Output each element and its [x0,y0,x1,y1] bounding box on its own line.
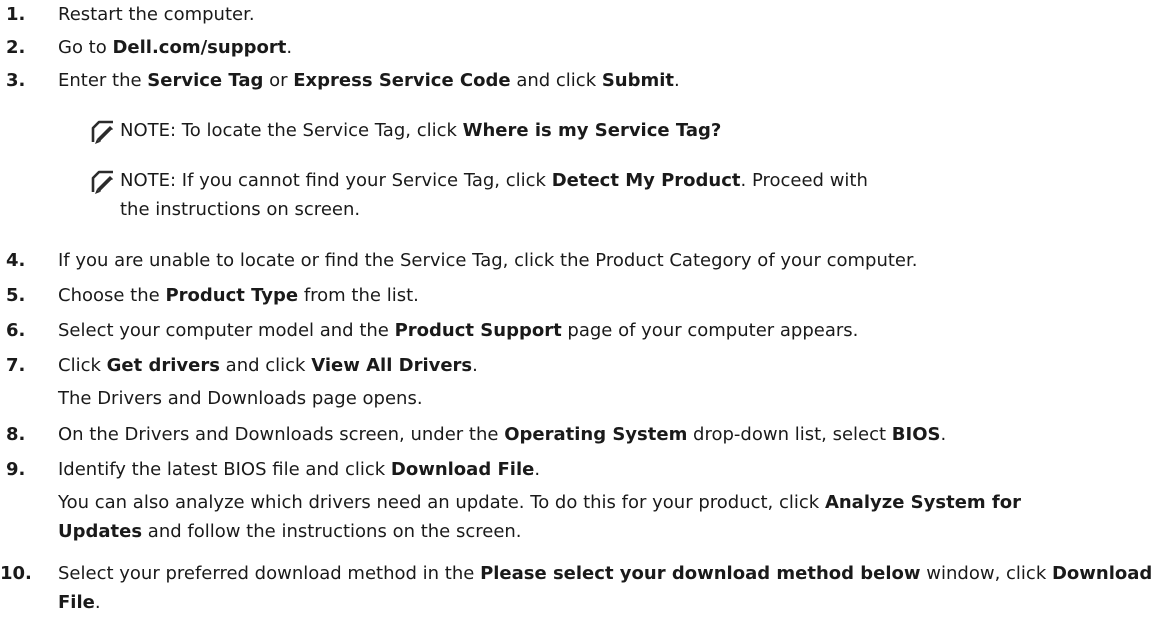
text-run: and click [510,70,602,91]
step-text: On the Drivers and Downloads screen, und… [58,420,1164,449]
pencil-note-icon [91,120,113,144]
text-run: page of your computer appears. [561,320,859,341]
bold-text: Get drivers [106,355,220,376]
bold-text: Dell.com/support [112,37,287,58]
bold-text: Express Service Code [293,70,511,91]
step-9-extra: You can also analyze which drivers need … [58,488,1058,546]
text-run: drop-down list, select [687,424,892,445]
text-run: . [534,459,541,480]
text-run: If you are unable to locate or find the … [58,250,918,271]
text-run: On the Drivers and Downloads screen, und… [58,424,505,445]
step-number: 9. [6,459,26,480]
text-run: from the list. [298,285,419,306]
step-number: 1. [6,4,26,25]
step-text: Select your computer model and the Produ… [58,316,1164,345]
text-run: Select your preferred download method in… [58,563,481,584]
bold-text: BIOS [891,424,941,445]
text-run: Go to [58,37,113,58]
bold-text: Please select your download method below [480,563,921,584]
text-run: . [674,70,680,91]
step-number: 3. [6,70,26,91]
text-run: and follow the instructions on the scree… [142,521,522,542]
note-label: NOTE: [120,170,177,191]
text-run: Identify the latest BIOS file and click [58,459,391,480]
text-run: If you cannot find your Service Tag, cli… [176,170,552,191]
text-run: Enter the [58,70,148,91]
step-text: Select your preferred download method in… [58,559,1153,617]
step-text: Identify the latest BIOS file and click … [58,455,1164,484]
note-text: NOTE: If you cannot find your Service Ta… [120,166,880,224]
bold-text: Product Support [394,320,562,341]
note-text: NOTE: To locate the Service Tag, click W… [120,116,1164,145]
pencil-note-icon [91,170,113,194]
text-run: You can also analyze which drivers need … [58,492,825,513]
step-number: 8. [6,424,26,445]
bold-text: Where is my Service Tag? [462,120,722,141]
note-body: To locate the Service Tag, click Where i… [176,120,722,141]
bold-text: Download File [390,459,535,480]
text-run: . [94,592,101,613]
step-text: Enter the Service Tag or Express Service… [58,66,1164,95]
bold-text: Product Type [165,285,299,306]
text-run: and click [219,355,312,376]
text-run: . [286,37,293,58]
text-run: window, click [920,563,1052,584]
step-text: Choose the Product Type from the list. [58,281,1164,310]
text-run: . [940,424,947,445]
bold-text: Operating System [504,424,688,445]
note-label: NOTE: [120,120,177,141]
text-run: Click [58,355,107,376]
text-run: . [472,355,478,376]
text-run: To locate the Service Tag, click [176,120,463,141]
text-run: Select your computer model and the [58,320,395,341]
bold-text: Service Tag [147,70,264,91]
bold-text: Submit [601,70,675,91]
step-text: Go to Dell.com/support. [58,33,1164,62]
step-number: 7. [6,355,26,376]
text-run: Restart the computer. [58,4,255,25]
text-run: Choose the [58,285,166,306]
bold-text: Detect My Product [551,170,741,191]
step-number: 2. [6,37,26,58]
step-text: If you are unable to locate or find the … [58,246,1164,275]
step-7-result: The Drivers and Downloads page opens. [58,388,423,409]
step-text: Click Get drivers and click View All Dri… [58,351,1164,380]
note-body: If you cannot find your Service Tag, cli… [120,170,868,220]
step-number: 4. [6,250,26,271]
step-number: 6. [6,320,26,341]
step-number: 5. [6,285,26,306]
step-number: 10. [0,563,32,584]
text-run: or [263,70,294,91]
step-text: Restart the computer. [58,0,1164,29]
bold-text: View All Drivers [311,355,473,376]
